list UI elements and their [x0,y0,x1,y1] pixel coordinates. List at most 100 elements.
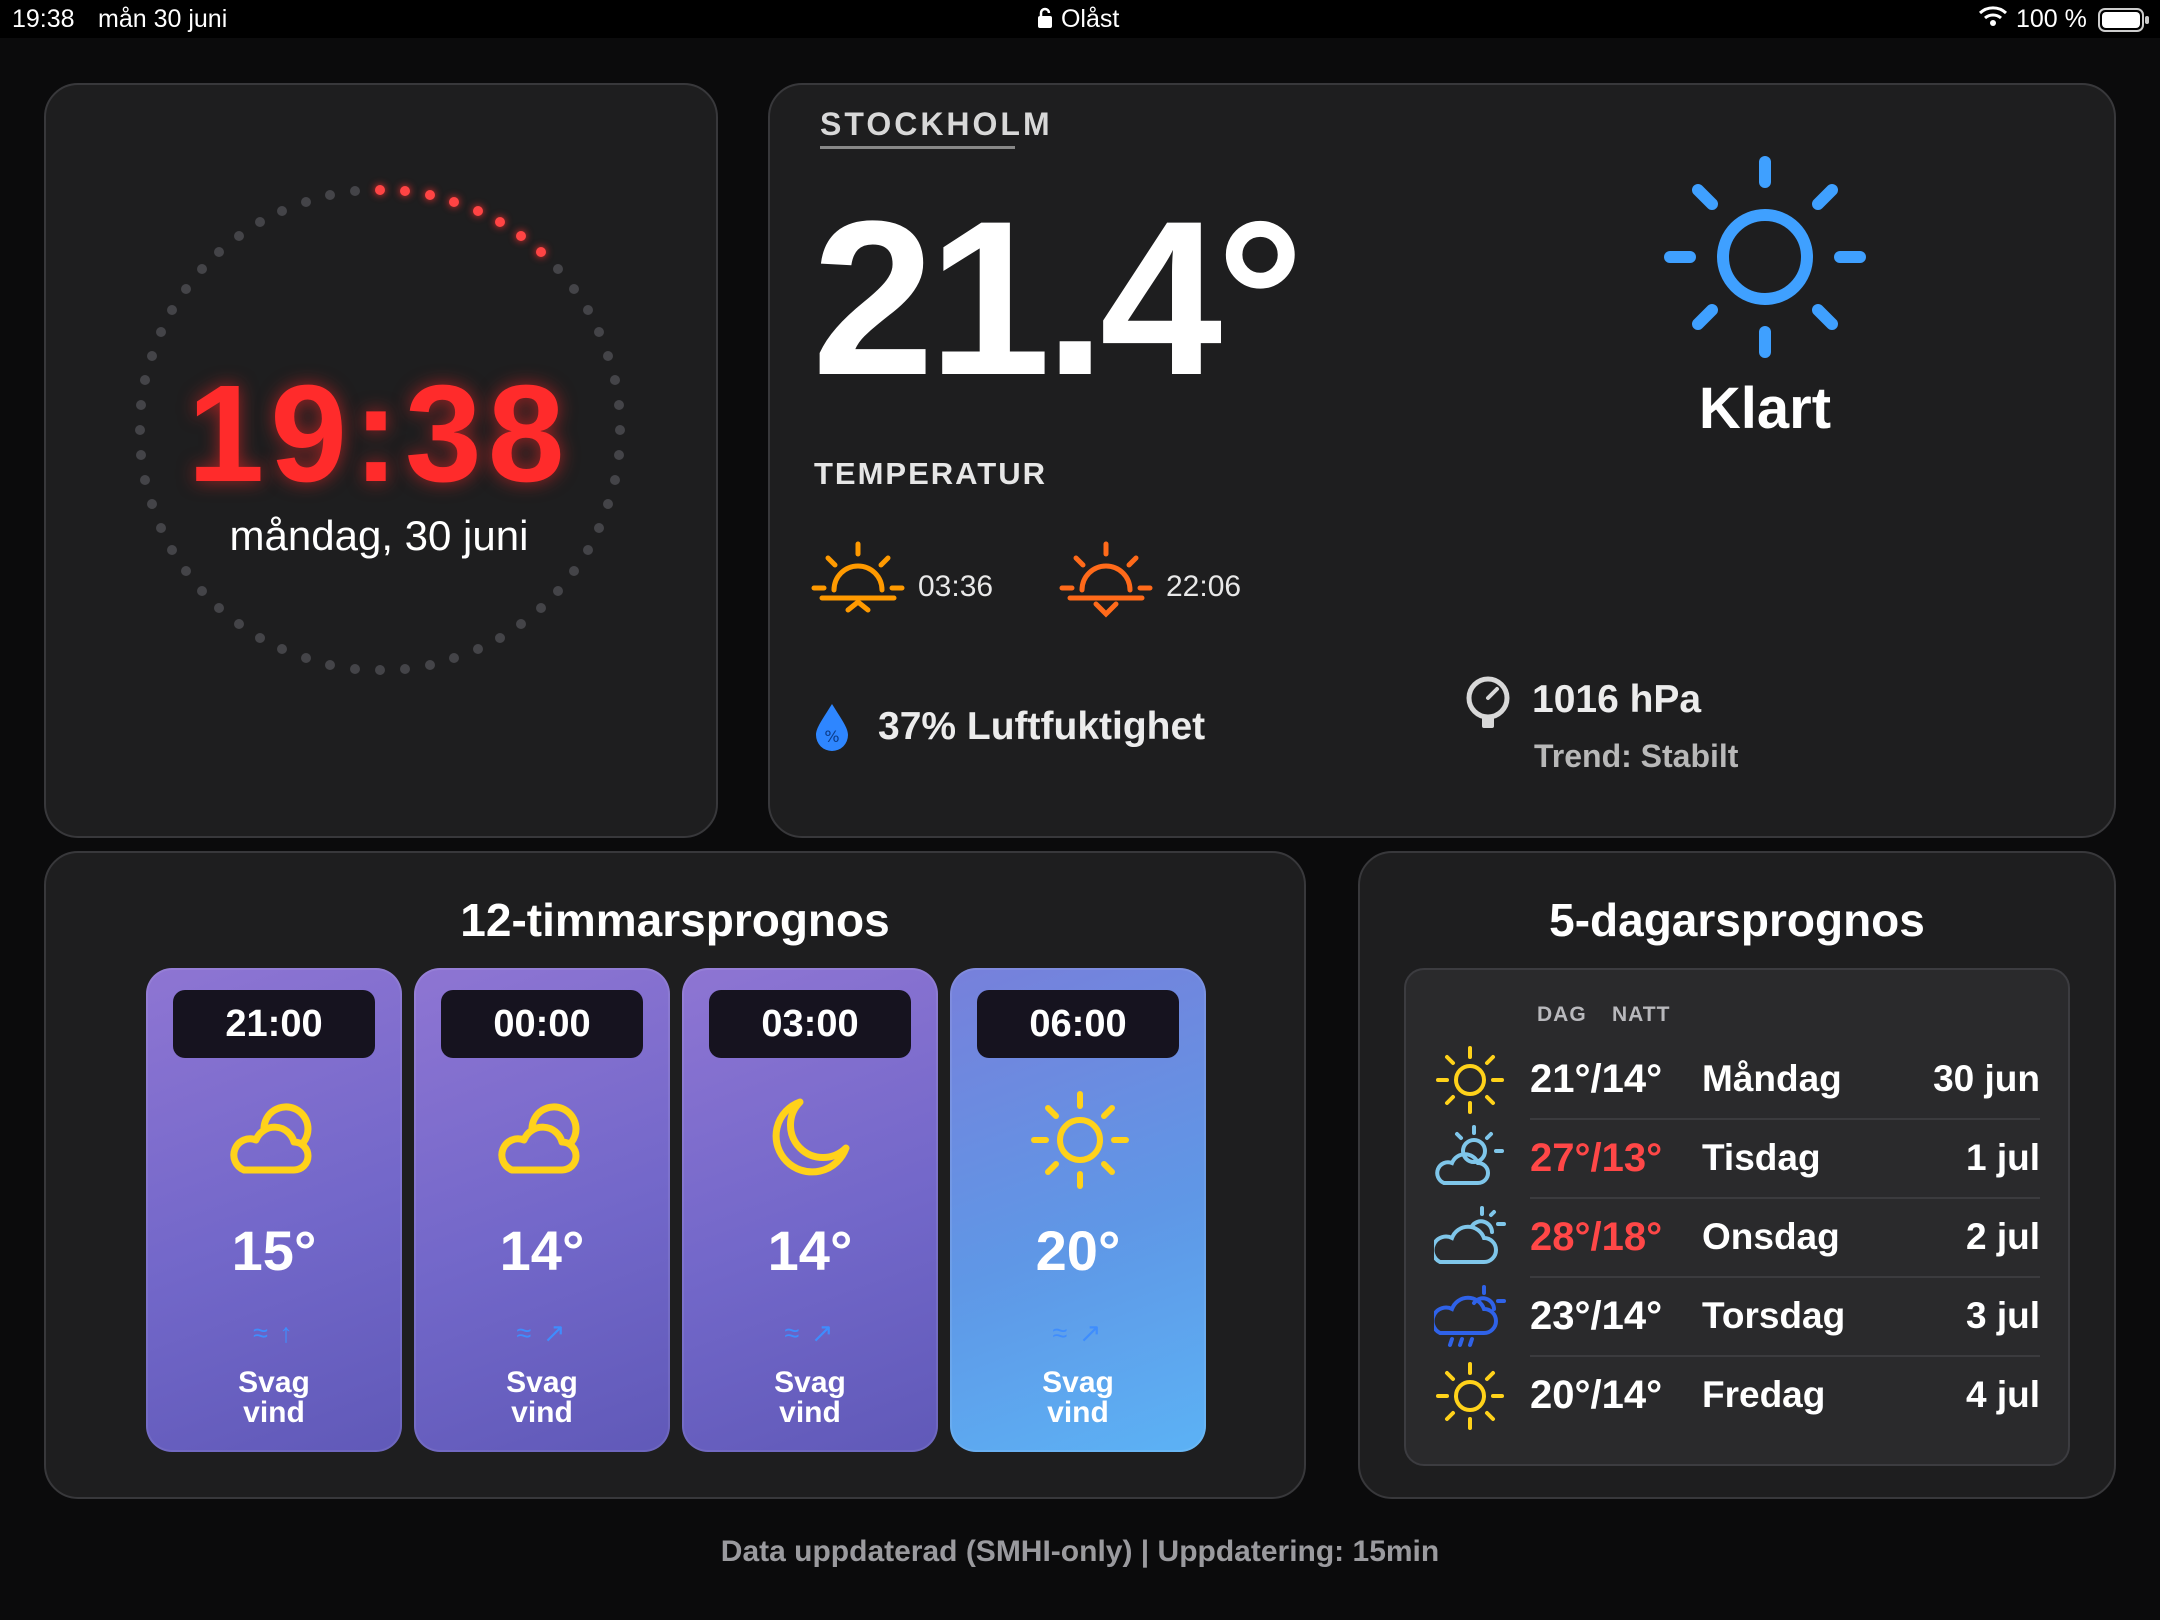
temperature-label: TEMPERATUR [814,456,1047,491]
column-night-header: NATT [1612,1003,1671,1026]
dial-dot [472,205,483,216]
dial-dot [535,246,546,257]
dial-dot [196,585,207,596]
wind-icon: ≈ ↗ [784,1318,836,1348]
wind-text: Svag vind [238,1366,310,1429]
city-name[interactable]: STOCKHOLM [820,106,1053,143]
dial-dot [180,283,191,294]
dial-dot [233,230,244,241]
lock-status: Olåst [1036,5,1119,34]
hourly-time: 00:00 [441,990,643,1058]
forecast-row[interactable]: 27°/13° Tisdag 1 jul [1418,1119,2040,1200]
sun-icon [1660,152,1870,367]
forecast-row[interactable]: 23°/14° Torsdag 3 jul [1418,1277,2040,1358]
pressure-gauge-icon [1464,674,1512,735]
sun-icon [1028,1088,1132,1197]
wifi-icon [1978,5,2008,34]
forecast-row[interactable]: 28°/18° Onsdag 2 jul [1418,1198,2040,1279]
dial-dot [180,566,191,577]
sunset-icon [1058,540,1154,629]
hourly-time: 06:00 [977,990,1179,1058]
clock-date: måndag, 30 juni [229,512,529,559]
svg-text:%: % [824,727,839,746]
hourly-item[interactable]: 03:00 14° ≈ ↗ Svag vind [682,968,938,1452]
dial-dot [472,644,483,655]
battery-percent: 100 % [2016,5,2087,33]
pressure-value: 1016 hPa [1532,678,1702,721]
dial-dot [400,663,411,674]
forecast-row[interactable]: 21°/14° Måndag 30 jun [1418,1040,2040,1121]
sunset-time: 22:06 [1166,570,1242,603]
dial-dot [349,663,360,674]
dial-dot [325,659,336,670]
hourly-temp: 14° [499,1219,585,1282]
hourly-time: 03:00 [709,990,911,1058]
partly-cloudy-night-icon [224,1088,324,1193]
dial-dot [424,659,435,670]
hourly-temp: 15° [231,1219,317,1282]
forecast-date: 2 jul [1965,1216,2040,1257]
partly-cloudy-night-icon [492,1088,592,1193]
forecast-day: Måndag [1702,1058,1842,1099]
dial-dot [375,665,385,675]
dial-dot [553,585,564,596]
forecast-day: Torsdag [1702,1295,1846,1336]
dial-dot [495,632,505,643]
hourly-item[interactable]: 21:00 15° ≈ ↑ Svag vind [146,968,402,1452]
status-date: mån 30 juni [98,5,228,33]
forecast-date: 4 jul [1965,1374,2040,1415]
forecast-temps: 23°/14° [1530,1294,1663,1338]
dial-dot [300,196,311,207]
moon-icon [760,1088,860,1193]
forecast-day: Tisdag [1702,1137,1821,1178]
sunrise-time: 03:36 [918,570,994,603]
forecast-date: 30 jun [1933,1058,2040,1099]
forecast-temps: 27°/13° [1530,1136,1663,1180]
dial-dot [449,196,460,207]
dial-dot [582,305,593,315]
clock-time: 19:38 [187,357,571,511]
forecast-date: 3 jul [1965,1295,2040,1336]
status-time: 19:38 [12,5,75,33]
forecast-temps: 21°/14° [1530,1057,1663,1101]
weather-condition: Klart [1698,376,1832,441]
dial-dot [516,230,527,241]
wind-text: Svag vind [506,1366,578,1429]
forecast-temps: 20°/14° [1530,1373,1663,1417]
hourly-item[interactable]: 06:00 20° ≈ ↗ Svag vind [950,968,1206,1452]
sunrise-icon [810,540,906,625]
forecast-day: Onsdag [1702,1216,1840,1257]
dial-dot [535,603,546,614]
forecast-date: 1 jul [1965,1137,2040,1178]
hourly-temp: 20° [1035,1219,1121,1282]
forecast-temps: 28°/18° [1530,1215,1663,1259]
hourly-item[interactable]: 00:00 14° ≈ ↗ Svag vind [414,968,670,1452]
dial-dot [255,632,265,643]
lock-icon [1038,7,1052,28]
hourly-temp: 14° [767,1219,853,1282]
cloud-sun-icon [1430,1202,1506,1279]
sun-icon [1434,1360,1506,1437]
forecast-row[interactable]: 20°/14° Fredag 4 jul [1418,1356,2040,1434]
sun-icon [1434,1044,1506,1121]
current-temperature: 21.4° [812,175,1304,421]
rain-cloud-icon [1430,1281,1506,1358]
pressure-trend: Trend: Stabilt [1534,738,1739,774]
wind-icon: ≈ ↗ [1052,1318,1104,1348]
wind-text: Svag vind [1042,1366,1114,1429]
dial-dot [375,185,385,195]
partly-cloudy-icon [1434,1123,1506,1200]
forecast-day: Fredag [1702,1374,1826,1415]
hourly-title: 12-timmarsprognos [460,894,890,946]
daily-title: 5-dagarsprognos [1549,894,1925,946]
wind-icon: ≈ ↑ [253,1318,295,1348]
wind-icon: ≈ ↗ [516,1318,568,1348]
update-status: Data uppdaterad (SMHI-only) | Uppdaterin… [720,1535,1440,1568]
city-underline [820,146,1015,149]
wind-text: Svag vind [774,1366,846,1429]
humidity-value: 37% Luftfuktighet [878,705,1206,748]
column-day-header: DAG [1537,1003,1587,1026]
hourly-time: 21:00 [173,990,375,1058]
status-bar: 19:38 mån 30 juni Olåst 100 % [0,0,2160,38]
humidity-icon: % [812,702,852,757]
